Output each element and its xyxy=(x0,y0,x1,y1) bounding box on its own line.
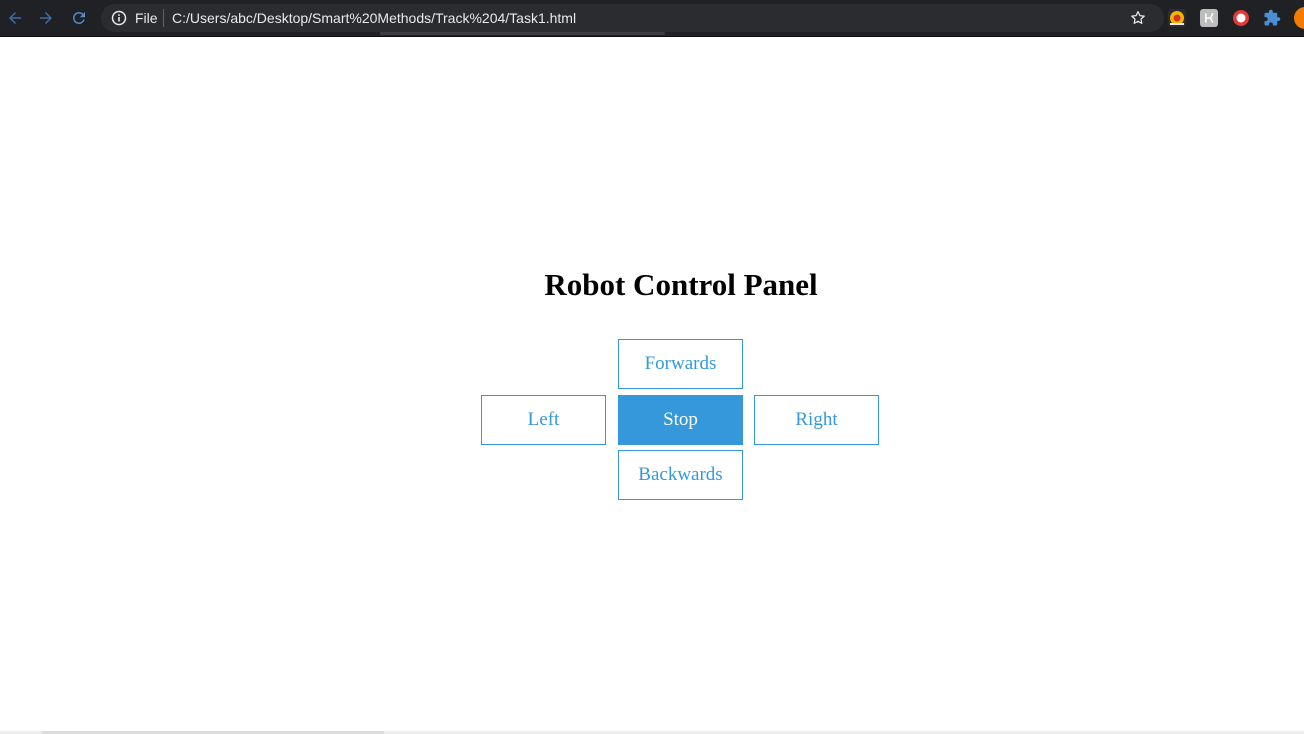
back-arrow-icon[interactable] xyxy=(4,7,26,29)
info-icon[interactable] xyxy=(111,10,127,26)
scheme-label: File xyxy=(135,10,158,26)
right-button[interactable]: Right xyxy=(754,395,879,445)
tab-strip-indicator xyxy=(380,32,665,35)
extension-red-icon[interactable] xyxy=(1232,9,1250,27)
left-button[interactable]: Left xyxy=(481,395,606,445)
extension-gray-icon[interactable] xyxy=(1200,9,1218,27)
backwards-button[interactable]: Backwards xyxy=(618,450,743,500)
forward-arrow-icon[interactable] xyxy=(35,7,57,29)
profile-avatar-icon[interactable] xyxy=(1294,7,1304,29)
omnibox-separator xyxy=(163,9,164,27)
address-bar[interactable]: File C:/Users/abc/Desktop/Smart%20Method… xyxy=(101,4,1164,32)
puzzle-extensions-icon[interactable] xyxy=(1263,9,1281,27)
extension-orange-icon[interactable] xyxy=(1168,9,1186,27)
browser-toolbar: File C:/Users/abc/Desktop/Smart%20Method… xyxy=(0,0,1304,37)
forwards-button[interactable]: Forwards xyxy=(618,339,743,389)
reload-icon[interactable] xyxy=(68,7,90,29)
page-title: Robot Control Panel xyxy=(544,267,818,302)
url-text[interactable]: C:/Users/abc/Desktop/Smart%20Methods/Tra… xyxy=(172,10,576,26)
star-icon[interactable] xyxy=(1129,9,1147,27)
stop-button[interactable]: Stop xyxy=(618,395,743,445)
